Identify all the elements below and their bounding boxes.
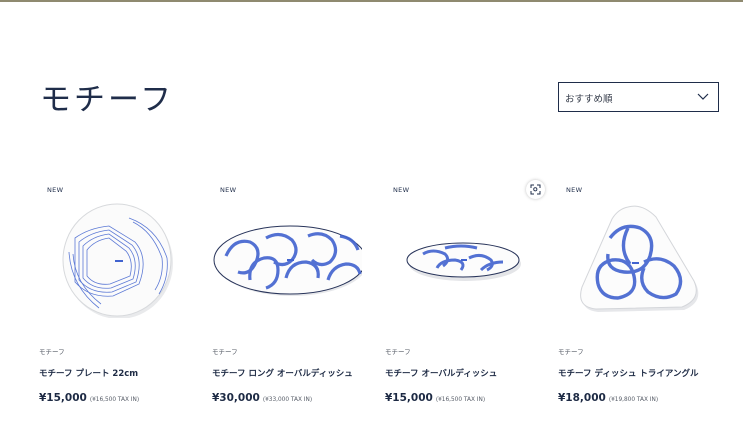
product-tax-price: (¥16,500 TAX IN) [435,397,486,403]
new-badge: NEW [47,186,64,194]
product-price: ¥15,000 [39,392,87,404]
zoom-button[interactable] [526,180,545,199]
product-image[interactable] [558,198,708,318]
product-card[interactable]: NEW モチーフ モチーフ ロング オーバルディッシュ ¥30,000 (¥33,… [212,180,362,405]
new-badge: NEW [566,186,583,194]
product-price: ¥15,000 [385,392,433,404]
product-name[interactable]: モチーフ オーバルディッシュ [385,367,497,379]
product-price: ¥18,000 [558,392,606,404]
product-category: モチーフ [558,348,584,356]
price-row: ¥30,000 (¥33,000 TAX IN) [212,386,312,405]
product-image[interactable] [39,198,189,318]
product-category: モチーフ [39,348,65,356]
product-image[interactable] [212,198,362,318]
sort-select[interactable]: おすすめ順 [558,82,719,112]
new-badge: NEW [220,186,237,194]
sort-selected-value: おすすめ順 [565,94,613,105]
product-category: モチーフ [212,348,238,356]
product-name[interactable]: モチーフ プレート 22cm [39,367,138,379]
new-badge: NEW [393,186,410,194]
product-price: ¥30,000 [212,392,260,404]
top-accent-bar [0,0,743,2]
product-tax-price: (¥33,000 TAX IN) [262,397,313,403]
price-row: ¥15,000 (¥16,500 TAX IN) [39,386,139,405]
zoom-expand-icon [530,184,541,195]
product-tax-price: (¥19,800 TAX IN) [608,397,659,403]
product-category: モチーフ [385,348,411,356]
product-name[interactable]: モチーフ ディッシュ トライアングル [558,367,698,379]
page-title: モチーフ [40,82,175,118]
chevron-down-icon [697,93,709,100]
product-card[interactable]: NEW モチーフ モチーフ オーバルディッシュ ¥15,000 (¥16,500 … [385,180,545,405]
price-row: ¥15,000 (¥16,500 TAX IN) [385,386,485,405]
product-image[interactable] [385,198,535,318]
product-card[interactable]: NEW モチーフ モチーフ プレート 22cm ¥15,000 (¥16,500 … [39,180,189,405]
price-row: ¥18,000 (¥19,800 TAX IN) [558,386,658,405]
product-name[interactable]: モチーフ ロング オーバルディッシュ [212,367,353,379]
product-card[interactable]: NEW モチーフ モチーフ ディッシュ トライアングル ¥18,000 (¥19,… [558,180,708,405]
product-tax-price: (¥16,500 TAX IN) [89,397,140,403]
